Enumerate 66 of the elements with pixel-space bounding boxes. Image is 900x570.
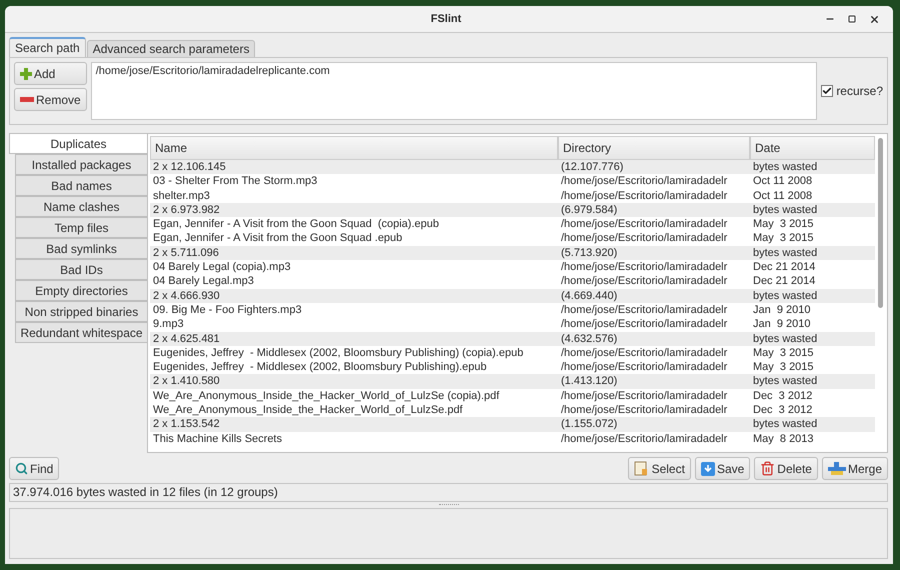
tab[interactable]: Advanced search parameters (86, 40, 256, 57)
group-cell: 2 x 6.973.982 (150, 202, 558, 218)
group-cell: (5.713.920) (558, 246, 750, 260)
group-cell: (4.669.440) (558, 288, 750, 303)
group-cell: (1.155.072) (558, 417, 750, 432)
scrollbar-thumb[interactable] (878, 138, 882, 308)
group-cell: bytes wasted (750, 160, 875, 174)
sidebar-tab[interactable]: Non stripped binaries (15, 301, 147, 322)
sidebar-tab[interactable]: Installed packages (15, 154, 147, 175)
maximize-icon (848, 15, 856, 23)
window-title: FSlint (430, 13, 462, 25)
group-cell: 2 x 5.711.096 (150, 246, 558, 260)
table-cell: May 3 2015 (750, 360, 875, 374)
group-cell: 2 x 12.106.145 (150, 160, 558, 174)
sidebar-tab[interactable]: Temp files (15, 217, 147, 238)
sidebar-tab[interactable]: Name clashes (15, 196, 147, 217)
status-bar: 37.974.016 bytes wasted in 12 files (in 12 groups) (9, 483, 888, 502)
group-cell: (6.979.584) (558, 202, 750, 218)
download-icon (700, 462, 715, 476)
select-button[interactable]: Select (628, 457, 691, 480)
group-cell: bytes wasted (750, 417, 875, 432)
sidebar-tab[interactable]: Redundant whitespace (15, 322, 147, 343)
group-cell: (12.107.776) (558, 160, 750, 174)
sidebar-tab[interactable]: Bad IDs (15, 259, 147, 280)
close-icon (868, 14, 880, 24)
minus-icon (20, 97, 34, 102)
document-hand-icon (634, 460, 650, 476)
group-cell: bytes wasted (750, 246, 875, 260)
add-button[interactable]: Add (14, 62, 87, 85)
table-cell: /home/jose/Escritorio/lamiradadelr (558, 403, 750, 418)
group-cell: bytes wasted (750, 288, 875, 303)
find-button[interactable]: Find (9, 457, 60, 480)
plus-icon (20, 68, 32, 80)
table-cell: Dec 3 2012 (750, 403, 875, 418)
group-cell: bytes wasted (750, 202, 875, 218)
sidebar-tab[interactable]: Empty directories (15, 280, 147, 301)
group-cell: 2 x 1.153.542 (150, 417, 558, 432)
table-cell: We_Are_Anonymous_Inside_the_Hacker_World_of_LulzSe.pdf (150, 403, 558, 418)
table-cell: /home/jose/Escritorio/lamiradadelr (558, 432, 750, 446)
sidebar-tab[interactable]: Bad names (15, 175, 147, 196)
path-item[interactable]: /home/jose/Escritorio/lamiradadelreplicante.com (96, 65, 812, 117)
sidebar-tab[interactable]: Duplicates (9, 133, 147, 154)
trash-icon (760, 461, 776, 476)
merge-icon (828, 462, 846, 476)
table-cell: /home/jose/Escritorio/lamiradadelr (558, 360, 750, 374)
delete-button[interactable]: Delete (754, 457, 818, 480)
save-button[interactable]: Save (694, 457, 750, 480)
group-cell: bytes wasted (750, 374, 875, 389)
tab[interactable]: Search path (9, 37, 86, 57)
recurse-checkbox[interactable] (821, 85, 834, 97)
group-cell: bytes wasted (750, 332, 875, 346)
merge-button[interactable]: Merge (822, 457, 888, 480)
column-header[interactable]: Directory (558, 136, 750, 160)
group-cell: 2 x 4.625.481 (150, 332, 558, 346)
table-cell: May 8 2013 (750, 432, 875, 446)
sidebar-tab[interactable]: Bad symlinks (15, 238, 147, 259)
column-header[interactable]: Date (750, 136, 875, 160)
table-cell: Eugenides, Jeffrey - Middlesex (2002, Bloomsbury Publishing).epub (150, 360, 558, 374)
group-cell: (1.413.120) (558, 374, 750, 389)
group-cell: 2 x 4.666.930 (150, 288, 558, 303)
group-cell: (4.632.576) (558, 332, 750, 346)
group-cell: 2 x 1.410.580 (150, 374, 558, 389)
remove-button[interactable]: Remove (14, 88, 87, 111)
checkbox-label: recurse? (836, 84, 883, 98)
search-icon (15, 462, 28, 475)
column-header[interactable]: Name (150, 136, 558, 160)
